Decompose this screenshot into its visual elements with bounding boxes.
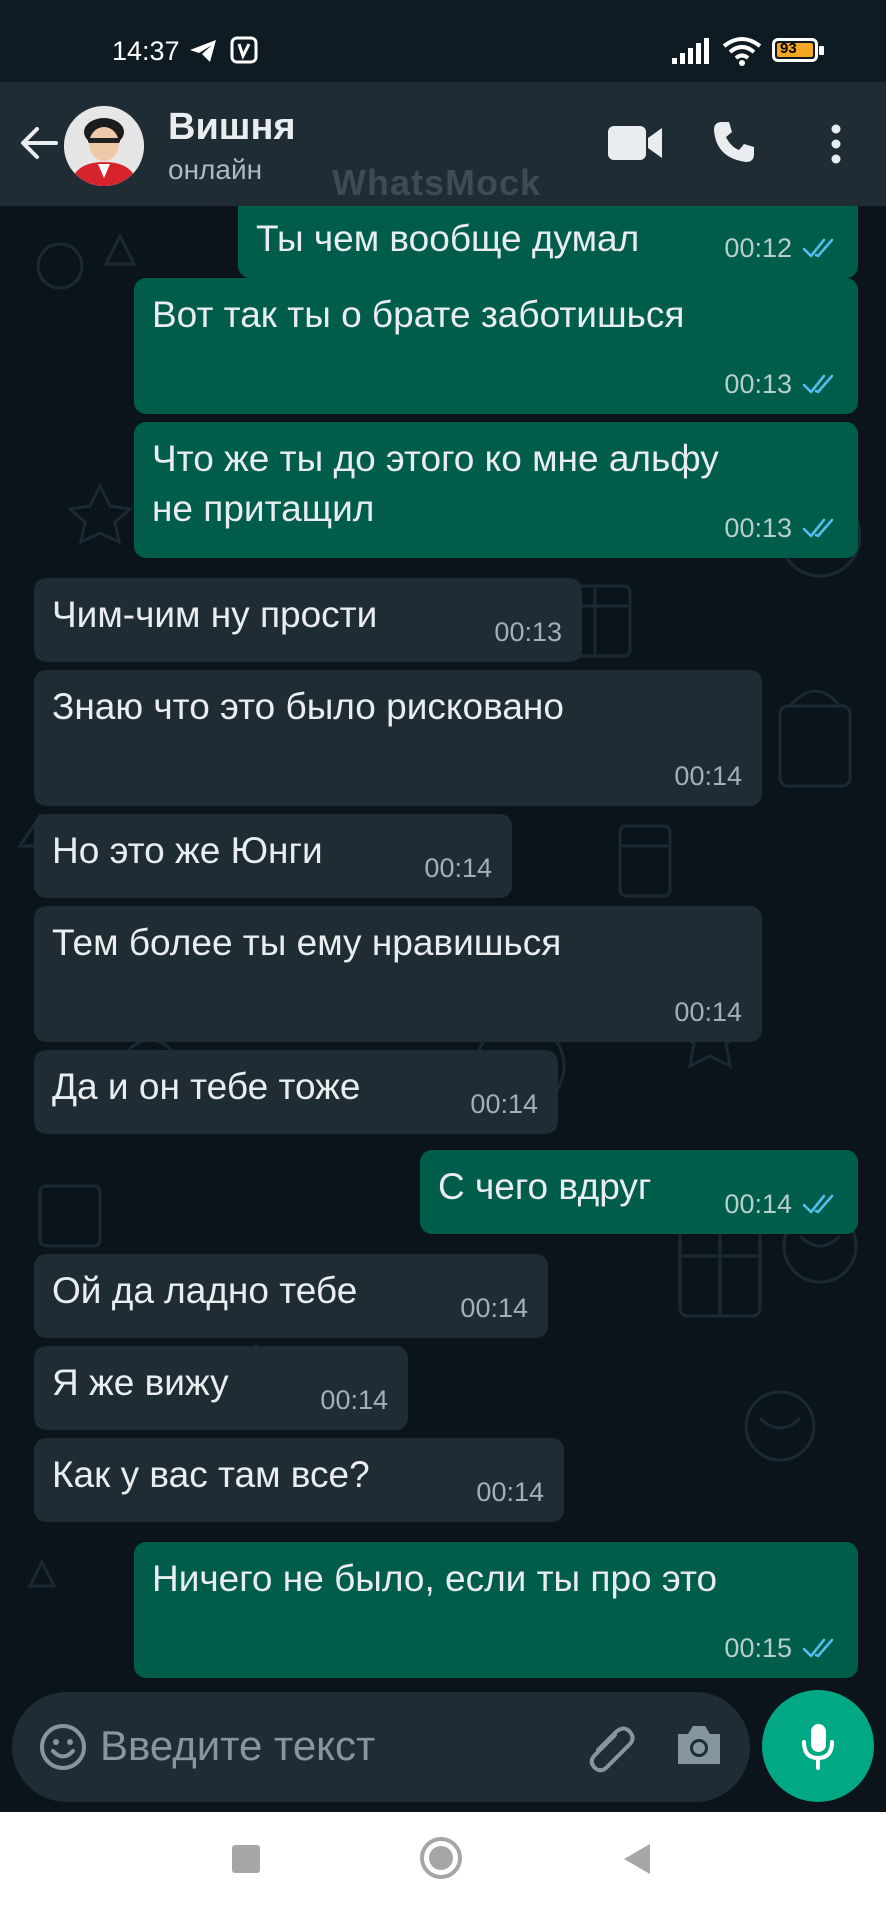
status-time: 14:37 (112, 36, 180, 66)
app-notification-icon (230, 36, 258, 64)
message-text: Да и он тебе тоже (52, 1066, 361, 1107)
message-time: 00:14 (674, 761, 742, 791)
voice-call-icon[interactable] (712, 120, 756, 164)
contact-status: онлайн (168, 154, 263, 185)
incoming-message[interactable]: Да и он тебе тоже 00:14 (34, 1050, 558, 1134)
home-dot-icon (429, 1846, 453, 1870)
read-receipt-icon (802, 238, 834, 258)
read-receipt-icon (802, 374, 834, 394)
wifi-icon (722, 37, 762, 66)
attach-icon[interactable] (584, 1720, 638, 1774)
incoming-message[interactable]: Но это же Юнги 00:14 (34, 814, 512, 898)
message-text: Чим-чим ну прости (52, 594, 378, 635)
more-options-icon[interactable] (828, 124, 844, 164)
message-text: Ой да ладно тебе (52, 1270, 358, 1311)
system-nav-bar (0, 1812, 886, 1920)
message-time: 00:12 (724, 233, 792, 263)
message-text: Вот так ты о брате заботишься (152, 294, 685, 335)
message-text: Ничего не было, если ты про это (152, 1558, 718, 1599)
read-receipt-icon (802, 1638, 834, 1658)
battery-level: 93 (780, 40, 797, 57)
message-composer[interactable]: Введите текст (12, 1692, 750, 1802)
message-list[interactable]: Ты чем вообще думал 00:12 Вот так ты о бра… (0, 206, 886, 1684)
message-text: Как у вас там все? (52, 1454, 370, 1495)
message-time: 00:14 (476, 1477, 544, 1507)
telegram-icon (190, 40, 216, 62)
voice-message-button[interactable] (762, 1690, 874, 1802)
home-button[interactable] (420, 1837, 462, 1879)
outgoing-message[interactable]: Что же ты до этого ко мне альфу не прита… (134, 422, 858, 558)
watermark-text: WhatsMock (332, 162, 542, 203)
contact-name[interactable]: Вишня (168, 106, 296, 149)
emoji-icon[interactable] (38, 1722, 88, 1772)
message-text: Тем более ты ему нравишься (52, 922, 562, 963)
recent-apps-button[interactable] (232, 1845, 260, 1873)
signal-icon (672, 38, 709, 64)
read-receipt-icon (802, 518, 834, 538)
message-time: 00:14 (460, 1293, 528, 1323)
chat-header: Вишня онлайн WhatsMock (0, 82, 886, 206)
outgoing-message[interactable]: Ничего не было, если ты про это 00:15 (134, 1542, 858, 1678)
message-time: 00:15 (724, 1633, 792, 1663)
message-time: 00:13 (724, 513, 792, 543)
contact-avatar[interactable] (64, 106, 144, 186)
microphone-icon (802, 1724, 834, 1770)
status-bar: 14:37 93 (0, 0, 886, 82)
message-time: 00:14 (424, 853, 492, 883)
message-time: 00:14 (470, 1089, 538, 1119)
message-time: 00:13 (494, 617, 562, 647)
outgoing-message[interactable]: С чего вдруг 00:14 (420, 1150, 858, 1234)
avatar-image (64, 106, 144, 186)
incoming-message[interactable]: Как у вас там все? 00:14 (34, 1438, 564, 1522)
back-button[interactable] (622, 1842, 652, 1876)
message-time: 00:14 (724, 1189, 792, 1219)
message-text: Знаю что это было рисковано (52, 686, 564, 727)
incoming-message[interactable]: Чим-чим ну прости 00:13 (34, 578, 582, 662)
message-time: 00:14 (320, 1385, 388, 1415)
outgoing-message[interactable]: Вот так ты о брате заботишься 00:13 (134, 278, 858, 414)
outgoing-message[interactable]: Ты чем вообще думал 00:12 (238, 206, 858, 278)
message-time: 00:14 (674, 997, 742, 1027)
incoming-message[interactable]: Ой да ладно тебе 00:14 (34, 1254, 548, 1338)
incoming-message[interactable]: Я же вижу 00:14 (34, 1346, 408, 1430)
camera-icon[interactable] (674, 1722, 724, 1768)
message-time: 00:13 (724, 369, 792, 399)
back-arrow-icon[interactable] (18, 122, 60, 164)
read-receipt-icon (802, 1194, 834, 1214)
incoming-message[interactable]: Знаю что это было рисковано 00:14 (34, 670, 762, 806)
incoming-message[interactable]: Тем более ты ему нравишься 00:14 (34, 906, 762, 1042)
video-call-icon[interactable] (608, 124, 664, 162)
battery-icon: 93 (772, 38, 824, 62)
message-input[interactable]: Введите текст (100, 1722, 375, 1770)
